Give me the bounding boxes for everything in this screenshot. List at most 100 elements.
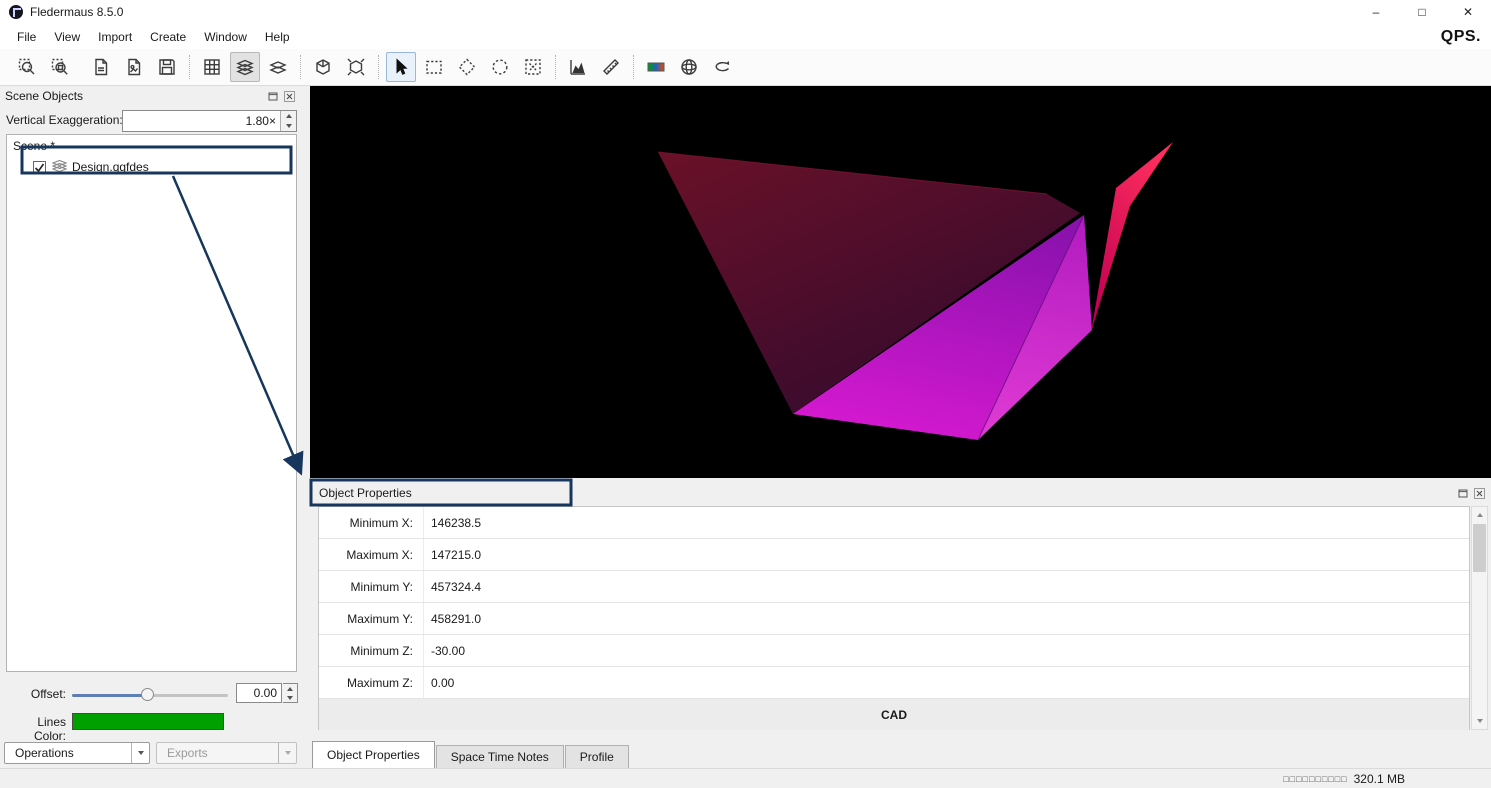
table-row: Maximum Z: 0.00 — [319, 667, 1469, 699]
menu-window[interactable]: Window — [195, 26, 256, 48]
row-value: 147215.0 — [424, 548, 481, 562]
offset-slider-handle[interactable] — [141, 688, 154, 701]
close-properties-icon[interactable] — [1473, 487, 1486, 500]
properties-table: Minimum X: 146238.5 Maximum X: 147215.0 … — [318, 506, 1470, 730]
vertical-exaggeration-label: Vertical Exaggeration: — [6, 113, 123, 127]
row-label: Maximum Z: — [319, 667, 424, 698]
tab-object-properties[interactable]: Object Properties — [312, 741, 435, 768]
menu-help[interactable]: Help — [256, 26, 299, 48]
offset-slider[interactable] — [72, 688, 228, 702]
menu-create[interactable]: Create — [141, 26, 195, 48]
status-bar: □□□□□□□□□□ 320.1 MB — [0, 768, 1491, 788]
memory-blocks: □□□□□□□□□□ — [1283, 774, 1347, 784]
vertical-exaggeration-input[interactable]: 1.80× — [122, 110, 297, 132]
row-value: 146238.5 — [424, 516, 481, 530]
minimize-button[interactable]: – — [1353, 0, 1399, 24]
ve-spin-down[interactable] — [281, 121, 296, 131]
exports-dropdown-arrow-icon — [278, 743, 296, 763]
scroll-up-icon[interactable] — [1472, 507, 1487, 523]
exports-label: Exports — [157, 746, 278, 760]
maximize-button[interactable]: □ — [1399, 0, 1445, 24]
row-label: Maximum Y: — [319, 603, 424, 634]
row-value: 0.00 — [424, 676, 454, 690]
offset-value: 0.00 — [237, 686, 281, 700]
offset-label: Offset: — [4, 687, 66, 701]
menu-view[interactable]: View — [45, 26, 89, 48]
select-ellipse-icon[interactable] — [485, 52, 515, 82]
scene-item-label: Design.qgfdes — [72, 160, 149, 174]
window-title: Fledermaus 8.5.0 — [30, 5, 123, 19]
grid-view-icon[interactable] — [197, 52, 227, 82]
zoom-region-icon[interactable] — [45, 52, 75, 82]
menu-file[interactable]: File — [8, 26, 45, 48]
qps-logo: QPS. — [1441, 28, 1481, 46]
scrollbar-thumb[interactable] — [1473, 524, 1486, 572]
expand-box-icon[interactable] — [341, 52, 371, 82]
vertical-exaggeration-value: 1.80× — [123, 114, 280, 128]
import-file-icon[interactable] — [86, 52, 116, 82]
table-row: Minimum Z: -30.00 — [319, 635, 1469, 667]
table-row: Maximum Y: 458291.0 — [319, 603, 1469, 635]
tab-space-time-notes[interactable]: Space Time Notes — [436, 745, 564, 768]
row-label: Maximum X: — [319, 539, 424, 570]
object-properties-title: Object Properties — [319, 486, 412, 500]
row-label: Minimum Z: — [319, 635, 424, 666]
toolbar — [0, 49, 1491, 86]
table-row: Maximum X: 147215.0 — [319, 539, 1469, 571]
colormap-icon[interactable] — [641, 52, 671, 82]
item-visibility-checkbox[interactable] — [33, 161, 46, 174]
object-properties-panel: Object Properties Minimum X: 146238.5 Ma… — [310, 482, 1491, 738]
row-label: Minimum Y: — [319, 571, 424, 602]
scene-objects-panel: Scene Objects Vertical Exaggeration: 1.8… — [0, 86, 301, 768]
memory-usage: 320.1 MB — [1354, 772, 1405, 786]
row-label: Minimum X: — [319, 507, 424, 538]
offset-spin-down[interactable] — [283, 693, 297, 702]
menu-bar: File View Import Create Window Help QPS. — [0, 24, 1491, 49]
row-value: -30.00 — [424, 644, 465, 658]
histogram-icon[interactable] — [563, 52, 593, 82]
surface-shade-icon[interactable] — [230, 52, 260, 82]
fit-to-box-icon[interactable] — [308, 52, 338, 82]
row-value: 457324.4 — [424, 580, 481, 594]
lines-color-swatch[interactable] — [72, 713, 224, 730]
layers-icon[interactable] — [263, 52, 293, 82]
3d-viewport[interactable] — [310, 86, 1491, 478]
menu-import[interactable]: Import — [89, 26, 141, 48]
table-row: Minimum Y: 457324.4 — [319, 571, 1469, 603]
cad-section-header[interactable]: CAD — [319, 699, 1469, 730]
scene-panel-title: Scene Objects — [5, 89, 83, 103]
measure-icon[interactable] — [596, 52, 626, 82]
select-rectangle-icon[interactable] — [419, 52, 449, 82]
scene-tree-item[interactable]: Design.qgfdes — [7, 156, 296, 178]
select-cursor-icon[interactable] — [386, 52, 416, 82]
close-button[interactable]: ✕ — [1445, 0, 1491, 24]
scene-tree[interactable]: Scene * Design.qgfdes — [6, 134, 297, 672]
exports-dropdown[interactable]: Exports — [156, 742, 297, 764]
import-image-icon[interactable] — [119, 52, 149, 82]
select-points-icon[interactable] — [518, 52, 548, 82]
surface-object-icon — [52, 159, 67, 175]
select-polygon-icon[interactable] — [452, 52, 482, 82]
float-panel-icon[interactable] — [267, 90, 280, 103]
operations-dropdown[interactable]: Operations — [4, 742, 150, 764]
table-row: Minimum X: 146238.5 — [319, 507, 1469, 539]
rotate-view-icon[interactable] — [707, 52, 737, 82]
operations-dropdown-arrow-icon — [131, 743, 149, 763]
scroll-down-icon[interactable] — [1472, 713, 1487, 729]
grid-sphere-icon[interactable] — [674, 52, 704, 82]
operations-label: Operations — [5, 746, 131, 760]
close-panel-icon[interactable] — [283, 90, 296, 103]
properties-scrollbar[interactable] — [1471, 506, 1488, 730]
row-value: 458291.0 — [424, 612, 481, 626]
surface-mesh — [658, 142, 1173, 440]
zoom-extents-icon[interactable] — [12, 52, 42, 82]
ve-spin-up[interactable] — [281, 111, 296, 121]
tab-profile[interactable]: Profile — [565, 745, 629, 768]
offset-input[interactable]: 0.00 — [236, 683, 282, 703]
scene-tree-root[interactable]: Scene * — [13, 139, 55, 153]
offset-spin-up[interactable] — [283, 684, 297, 693]
lines-color-label: Lines Color: — [2, 715, 66, 743]
save-icon[interactable] — [152, 52, 182, 82]
app-logo-icon — [9, 5, 23, 19]
float-properties-icon[interactable] — [1457, 487, 1470, 500]
